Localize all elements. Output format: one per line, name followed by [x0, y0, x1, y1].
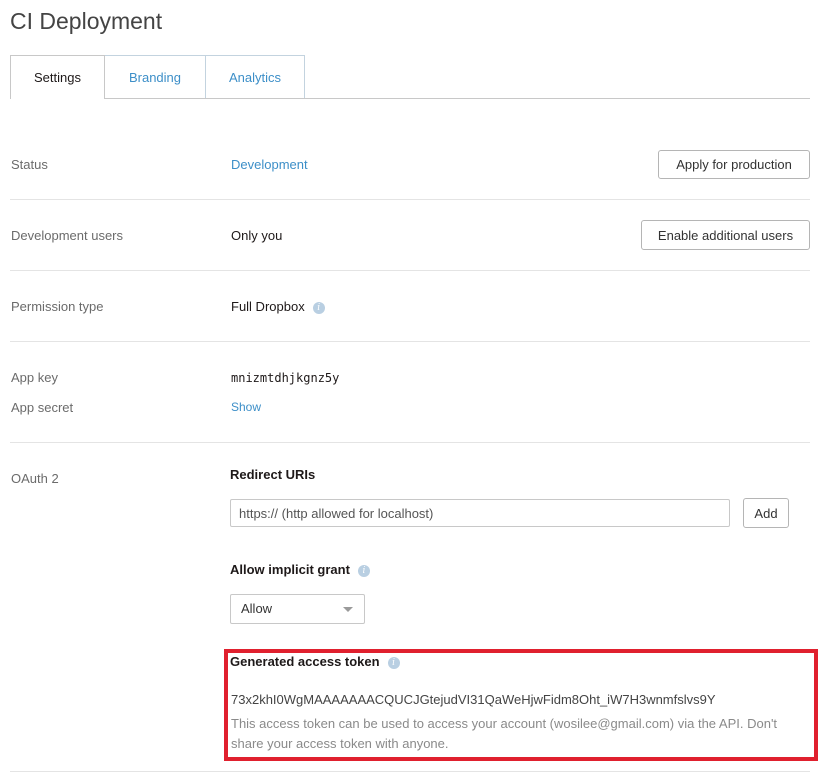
- permission-type-label: Permission type: [11, 299, 104, 314]
- redirect-uri-input[interactable]: [230, 499, 730, 527]
- oauth2-label: OAuth 2: [11, 471, 59, 486]
- development-users-value: Only you: [231, 228, 283, 243]
- access-token-note: This access token can be used to access …: [231, 716, 778, 751]
- enable-additional-users-button[interactable]: Enable additional users: [641, 220, 810, 250]
- app-key-value: mnizmtdhjkgnz5y: [231, 371, 340, 385]
- divider: [10, 270, 810, 271]
- chevron-down-icon: [343, 607, 353, 612]
- permission-type-text: Full Dropbox: [231, 299, 305, 314]
- show-secret-link[interactable]: Show: [231, 400, 261, 414]
- apply-for-production-button[interactable]: Apply for production: [658, 150, 810, 179]
- status-label: Status: [11, 157, 48, 172]
- implicit-grant-select[interactable]: Allow: [230, 594, 365, 624]
- access-token-value[interactable]: 73x2khI0WgMAAAAAAACQUCJGtejudVI31QaWeHjw…: [231, 692, 716, 707]
- app-secret-label: App secret: [11, 400, 74, 415]
- status-value-link[interactable]: Development: [231, 157, 308, 172]
- divider: [10, 442, 810, 443]
- implicit-grant-selected: Allow: [241, 601, 273, 616]
- info-icon[interactable]: i: [387, 656, 400, 669]
- redirect-uris-heading: Redirect URIs: [230, 467, 316, 482]
- info-icon[interactable]: i: [312, 301, 325, 314]
- divider: [10, 771, 810, 772]
- divider: [10, 199, 810, 200]
- tab-settings[interactable]: Settings: [10, 55, 105, 99]
- app-key-label: App key: [11, 370, 58, 385]
- divider: [10, 341, 810, 342]
- add-redirect-uri-button[interactable]: Add: [743, 498, 789, 528]
- tab-underline: [10, 98, 810, 99]
- development-users-label: Development users: [11, 228, 123, 243]
- tab-branding[interactable]: Branding: [104, 55, 206, 98]
- permission-type-value: Full Dropbox i: [231, 299, 325, 314]
- info-icon[interactable]: i: [357, 564, 370, 577]
- allow-implicit-grant-text: Allow implicit grant: [230, 562, 350, 577]
- page-title: CI Deployment: [10, 8, 163, 34]
- tab-analytics[interactable]: Analytics: [205, 55, 305, 98]
- allow-implicit-grant-heading: Allow implicit grant i: [230, 562, 370, 577]
- generated-access-token-heading: Generated access token i: [230, 654, 400, 669]
- generated-access-token-text: Generated access token: [230, 654, 380, 669]
